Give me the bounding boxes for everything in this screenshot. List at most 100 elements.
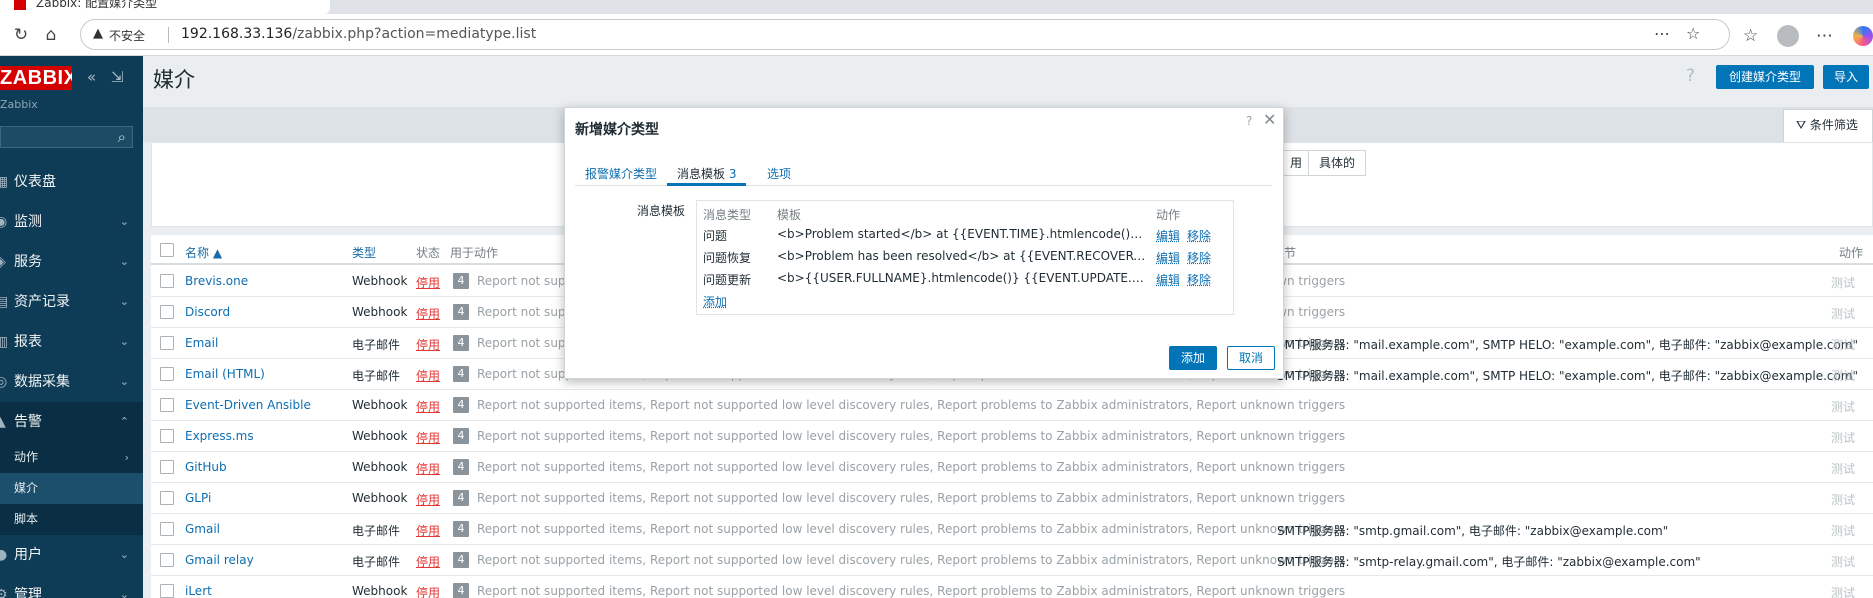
select-all-checkbox[interactable] <box>160 243 174 257</box>
menu-data-collection[interactable]: ◎ 数据采集 ⌄ <box>0 362 143 402</box>
used-in-actions-list[interactable]: Report not supported items, Report not s… <box>477 429 1345 443</box>
media-type-name-link[interactable]: Gmail relay <box>185 553 254 567</box>
status-toggle-link[interactable]: 停用 <box>416 367 440 384</box>
used-in-actions-list[interactable]: Report not supported items, Report not s… <box>477 553 1345 567</box>
used-in-actions-list[interactable]: Report not supported items, Report not s… <box>477 460 1345 474</box>
media-type-name-link[interactable]: GLPi <box>185 491 211 505</box>
browser-tab[interactable]: Zabbix: 配置媒介类型 <box>0 0 330 14</box>
test-button[interactable]: 测试 <box>1831 460 1855 477</box>
more-menu-icon[interactable]: ⋯ <box>1816 26 1833 46</box>
test-button[interactable]: 测试 <box>1831 553 1855 570</box>
template-remove-link[interactable]: 移除 <box>1187 271 1211 288</box>
menu-inventory[interactable]: ▤ 资产记录 ⌄ <box>0 282 143 322</box>
import-button[interactable]: 导入 <box>1823 65 1869 89</box>
used-in-actions-list[interactable]: Report not supported items, Report not s… <box>477 398 1345 412</box>
row-checkbox[interactable] <box>160 522 174 536</box>
submenu-scripts[interactable]: 脚本 <box>0 504 143 535</box>
status-toggle-link[interactable]: 停用 <box>416 522 440 539</box>
test-button[interactable]: 测试 <box>1831 274 1855 291</box>
test-button[interactable]: 测试 <box>1831 367 1855 384</box>
template-remove-link[interactable]: 移除 <box>1187 227 1211 244</box>
row-checkbox[interactable] <box>160 398 174 412</box>
status-toggle-link[interactable]: 停用 <box>416 491 440 508</box>
column-type[interactable]: 类型 <box>352 244 376 261</box>
favorite-star-icon[interactable]: ☆ <box>1686 24 1700 43</box>
media-type-name-link[interactable]: GitHub <box>185 460 227 474</box>
row-checkbox[interactable] <box>160 553 174 567</box>
row-checkbox[interactable] <box>160 305 174 319</box>
dialog-help-icon[interactable]: ? <box>1246 114 1252 128</box>
media-type-name-link[interactable]: iLert <box>185 584 212 598</box>
profile-avatar[interactable] <box>1777 25 1799 47</box>
status-toggle-link[interactable]: 停用 <box>416 429 440 446</box>
sidebar-search-input[interactable]: ⌕ <box>0 126 133 148</box>
media-type-name-link[interactable]: Event-Driven Ansible <box>185 398 311 412</box>
favorites-list-icon[interactable]: ☆ <box>1743 26 1758 46</box>
row-checkbox[interactable] <box>160 584 174 598</box>
collapse-sidebar-icon[interactable]: « <box>87 68 96 86</box>
tab-media-type[interactable]: 报警媒介类型 <box>585 165 657 182</box>
status-toggle-link[interactable]: 停用 <box>416 584 440 598</box>
filter-tab[interactable]: ⛛ 条件筛选 <box>1783 109 1873 142</box>
page-options-icon[interactable]: ⋯ <box>1654 24 1670 43</box>
add-template-link[interactable]: 添加 <box>703 293 727 310</box>
copilot-icon[interactable] <box>1853 26 1873 46</box>
row-checkbox[interactable] <box>160 367 174 381</box>
menu-users[interactable]: ● 用户 ⌄ <box>0 535 143 575</box>
test-button[interactable]: 测试 <box>1831 336 1855 353</box>
row-checkbox[interactable] <box>160 274 174 288</box>
row-checkbox[interactable] <box>160 429 174 443</box>
status-toggle-link[interactable]: 停用 <box>416 305 440 322</box>
status-toggle-link[interactable]: 停用 <box>416 274 440 291</box>
used-in-actions-list[interactable]: Report not supported items, Report not s… <box>477 522 1345 536</box>
template-edit-link[interactable]: 编辑 <box>1156 227 1180 244</box>
cancel-button[interactable]: 取消 <box>1227 346 1275 370</box>
submenu-actions[interactable]: 动作 › <box>0 442 143 473</box>
close-icon[interactable]: ✕ <box>1263 110 1276 129</box>
test-button[interactable]: 测试 <box>1831 491 1855 508</box>
media-type-name-link[interactable]: Email <box>185 336 218 350</box>
reload-icon[interactable]: ↻ <box>10 24 32 46</box>
used-in-actions-list[interactable]: Report not supported items, Report not s… <box>477 491 1345 505</box>
tab-message-templates[interactable]: 消息模板 3 <box>677 165 736 182</box>
test-button[interactable]: 测试 <box>1831 522 1855 539</box>
hide-sidebar-icon[interactable]: ⇲ <box>111 68 124 86</box>
create-media-type-button[interactable]: 创建媒介类型 <box>1716 65 1814 89</box>
add-button[interactable]: 添加 <box>1169 346 1217 370</box>
url-text[interactable]: 192.168.33.136/zabbix.php?action=mediaty… <box>181 26 536 42</box>
test-button[interactable]: 测试 <box>1831 584 1855 598</box>
used-in-actions-list[interactable]: Report not supported items, Report not s… <box>477 584 1345 598</box>
tab-options[interactable]: 选项 <box>767 165 791 182</box>
status-toggle-link[interactable]: 停用 <box>416 460 440 477</box>
media-type-name-link[interactable]: Brevis.one <box>185 274 248 288</box>
row-checkbox[interactable] <box>160 336 174 350</box>
menu-monitoring[interactable]: ◉ 监测 ⌄ <box>0 202 143 242</box>
row-checkbox[interactable] <box>160 491 174 505</box>
menu-dashboard[interactable]: ▦ 仪表盘 <box>0 162 143 202</box>
search-icon[interactable]: ⌕ <box>118 128 126 146</box>
test-button[interactable]: 测试 <box>1831 305 1855 322</box>
submenu-media-types[interactable]: 媒介 <box>0 473 143 504</box>
home-icon[interactable]: ⌂ <box>40 24 62 46</box>
menu-administration[interactable]: ⚙ 管理 ⌄ <box>0 575 143 598</box>
zabbix-logo[interactable]: ZABBIX <box>0 66 72 90</box>
media-type-name-link[interactable]: Discord <box>185 305 230 319</box>
test-button[interactable]: 测试 <box>1831 398 1855 415</box>
media-type-name-link[interactable]: Email (HTML) <box>185 367 265 381</box>
status-toggle-link[interactable]: 停用 <box>416 336 440 353</box>
row-checkbox[interactable] <box>160 460 174 474</box>
address-bar[interactable]: ▲ 不安全 192.168.33.136/zabbix.php?action=m… <box>80 19 1730 50</box>
menu-alerts[interactable]: ▲ 告警 ⌃ <box>0 402 143 442</box>
status-toggle-link[interactable]: 停用 <box>416 553 440 570</box>
test-button[interactable]: 测试 <box>1831 429 1855 446</box>
column-name[interactable]: 名称 ▲ <box>185 244 222 261</box>
status-toggle-link[interactable]: 停用 <box>416 398 440 415</box>
help-icon[interactable]: ? <box>1686 66 1695 86</box>
media-type-name-link[interactable]: Express.ms <box>185 429 254 443</box>
filter-specific-option[interactable]: 具体的 <box>1308 150 1367 176</box>
menu-services[interactable]: ◈ 服务 ⌄ <box>0 242 143 282</box>
menu-reports[interactable]: ▥ 报表 ⌄ <box>0 322 143 362</box>
template-remove-link[interactable]: 移除 <box>1187 249 1211 266</box>
media-type-name-link[interactable]: Gmail <box>185 522 220 536</box>
template-edit-link[interactable]: 编辑 <box>1156 271 1180 288</box>
